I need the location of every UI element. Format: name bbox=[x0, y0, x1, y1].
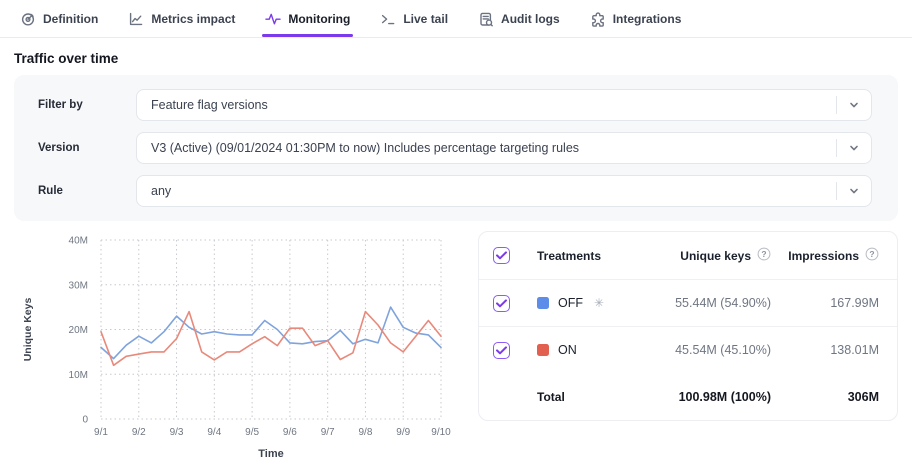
unique-keys-value: 45.54M (45.10%) bbox=[613, 343, 771, 357]
svg-text:?: ? bbox=[761, 249, 766, 259]
tab-audit-logs[interactable]: Audit logs bbox=[478, 0, 560, 37]
svg-text:Unique Keys: Unique Keys bbox=[22, 298, 34, 362]
treatment-label: OFF bbox=[558, 296, 583, 310]
tab-label: Metrics impact bbox=[151, 12, 235, 26]
series-color-swatch bbox=[537, 297, 549, 309]
treatment-checkbox-on[interactable] bbox=[493, 342, 510, 359]
total-impressions: 306M bbox=[771, 390, 879, 404]
tab-label: Audit logs bbox=[501, 12, 560, 26]
metrics-impact-icon bbox=[128, 11, 144, 27]
treatments-table: Treatments Unique keys ? Impressions ? O… bbox=[478, 231, 898, 421]
default-treatment-icon: ✳︎ bbox=[594, 296, 604, 310]
svg-text:9/8: 9/8 bbox=[358, 427, 372, 438]
svg-text:40M: 40M bbox=[69, 236, 88, 247]
line-chart-canvas: 0 10M 20M 30M 40M 9/1 9/2 9/3 9/4 9/5 9/6 9/7 9/8 9/9… bbox=[0, 227, 470, 469]
treatment-checkbox-off[interactable] bbox=[493, 295, 510, 312]
svg-text:9/7: 9/7 bbox=[321, 427, 335, 438]
tab-definition[interactable]: Definition bbox=[20, 0, 98, 37]
svg-text:20M: 20M bbox=[69, 325, 88, 336]
traffic-over-time-chart: 0 10M 20M 30M 40M 9/1 9/2 9/3 9/4 9/5 9/6 9/7 9/8 9/9… bbox=[0, 227, 470, 469]
series-line-off bbox=[101, 307, 441, 359]
svg-text:30M: 30M bbox=[69, 280, 88, 291]
svg-text:9/5: 9/5 bbox=[245, 427, 259, 438]
rule-selected-value: any bbox=[137, 184, 836, 198]
svg-text:9/2: 9/2 bbox=[132, 427, 146, 438]
tab-integrations[interactable]: Integrations bbox=[590, 0, 682, 37]
audit-logs-icon bbox=[478, 11, 494, 27]
version-label: Version bbox=[38, 142, 136, 154]
treatments-rows: OFF ✳︎ 55.44M (54.90%)167.99M ON 45.54M (45.… bbox=[479, 279, 897, 373]
page-title: Traffic over time bbox=[14, 51, 912, 66]
help-icon[interactable]: ? bbox=[865, 247, 879, 264]
live-tail-icon bbox=[380, 11, 396, 27]
unique-keys-column-header: Unique keys ? bbox=[613, 247, 771, 264]
total-label: Total bbox=[537, 390, 613, 404]
treatment-name: OFF ✳︎ bbox=[537, 296, 613, 310]
tab-metrics-impact[interactable]: Metrics impact bbox=[128, 0, 235, 37]
series-color-swatch bbox=[537, 344, 549, 356]
select-all-checkbox[interactable] bbox=[493, 247, 510, 264]
svg-text:9/3: 9/3 bbox=[170, 427, 184, 438]
svg-text:9/10: 9/10 bbox=[431, 427, 451, 438]
version-selected-value: V3 (Active) (09/01/2024 01:30PM to now) … bbox=[137, 141, 836, 155]
svg-text:10M: 10M bbox=[69, 370, 88, 381]
svg-text:0: 0 bbox=[82, 415, 88, 426]
tab-label: Monitoring bbox=[288, 12, 350, 26]
treatments-column-header: Treatments bbox=[537, 249, 613, 263]
svg-text:9/6: 9/6 bbox=[283, 427, 297, 438]
treatment-row-off: OFF ✳︎ 55.44M (54.90%)167.99M bbox=[479, 279, 897, 326]
rule-label: Rule bbox=[38, 185, 136, 197]
tab-label: Integrations bbox=[613, 12, 682, 26]
main-content: 0 10M 20M 30M 40M 9/1 9/2 9/3 9/4 9/5 9/6 9/7 9/8 9/9… bbox=[0, 227, 912, 469]
tab-monitoring[interactable]: Monitoring bbox=[265, 0, 350, 37]
tab-bar: Definition Metrics impact Monitoring Live t… bbox=[0, 0, 912, 38]
tab-label: Definition bbox=[43, 12, 98, 26]
definition-icon bbox=[20, 11, 36, 27]
help-icon[interactable]: ? bbox=[757, 247, 771, 264]
treatments-table-header: Treatments Unique keys ? Impressions ? bbox=[479, 232, 897, 279]
unique-keys-value: 55.44M (54.90%) bbox=[613, 296, 771, 310]
tab-live-tail[interactable]: Live tail bbox=[380, 0, 448, 37]
total-row: Total 100.98M (100%) 306M bbox=[479, 373, 897, 420]
impressions-value: 138.01M bbox=[771, 343, 879, 357]
chevron-down-icon bbox=[837, 99, 871, 111]
treatment-label: ON bbox=[558, 343, 577, 357]
impressions-value: 167.99M bbox=[771, 296, 879, 310]
filter-by-selected-value: Feature flag versions bbox=[137, 98, 836, 112]
svg-text:?: ? bbox=[869, 249, 874, 259]
svg-text:9/4: 9/4 bbox=[207, 427, 221, 438]
treatment-name: ON bbox=[537, 343, 613, 357]
chevron-down-icon bbox=[837, 142, 871, 154]
chevron-down-icon bbox=[837, 185, 871, 197]
svg-text:9/9: 9/9 bbox=[396, 427, 410, 438]
impressions-column-header: Impressions ? bbox=[771, 247, 879, 264]
svg-text:Time: Time bbox=[258, 448, 283, 460]
tab-label: Live tail bbox=[403, 12, 448, 26]
monitoring-icon bbox=[265, 11, 281, 27]
integrations-icon bbox=[590, 11, 606, 27]
treatment-row-on: ON 45.54M (45.10%)138.01M bbox=[479, 326, 897, 373]
total-unique-keys: 100.98M (100%) bbox=[613, 390, 771, 404]
filter-by-select[interactable]: Feature flag versions bbox=[136, 89, 872, 121]
filter-by-label: Filter by bbox=[38, 99, 136, 111]
monitoring-page: Definition Metrics impact Monitoring Live t… bbox=[0, 0, 912, 469]
series-line-on bbox=[101, 312, 441, 366]
svg-text:9/1: 9/1 bbox=[94, 427, 108, 438]
version-select[interactable]: V3 (Active) (09/01/2024 01:30PM to now) … bbox=[136, 132, 872, 164]
filter-panel: Filter byFeature flag versions VersionV3 … bbox=[14, 75, 898, 221]
rule-select[interactable]: any bbox=[136, 175, 872, 207]
